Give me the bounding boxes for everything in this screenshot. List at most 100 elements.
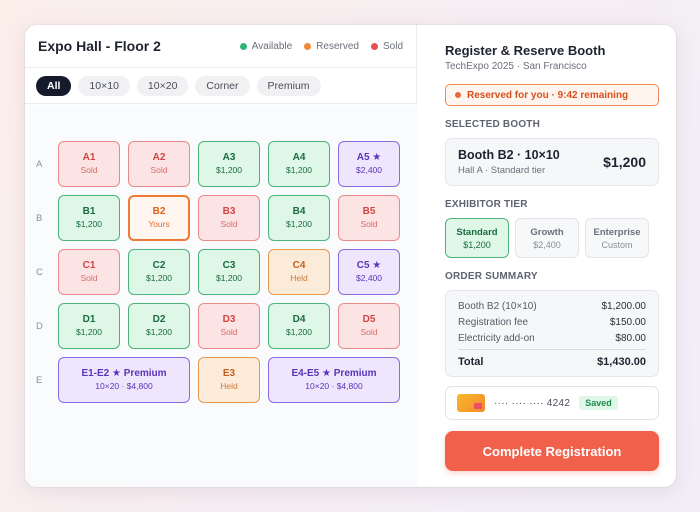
- summary-value: $150.00: [609, 316, 646, 328]
- booth-a4[interactable]: A4 $1,200: [268, 141, 330, 187]
- booth-status: $1,200: [216, 273, 242, 283]
- floor-plan-panel: Expo Hall - Floor 2 Available Reserved S…: [25, 25, 417, 487]
- tier-enterprise[interactable]: Enterprise Custom: [585, 218, 649, 258]
- row-label-a: A: [36, 159, 43, 170]
- booth-d4[interactable]: D4 $1,200: [268, 303, 330, 349]
- legend-sold: Sold: [370, 40, 403, 52]
- filter-10x20[interactable]: 10×20: [136, 75, 189, 96]
- booth-name: D5: [362, 314, 376, 325]
- row-label-c: C: [36, 267, 43, 278]
- booth-name: E4-E5 ★ Premium: [291, 368, 377, 379]
- order-summary-heading: ORDER SUMMARY: [445, 271, 538, 282]
- tier-price: $2,400: [533, 239, 561, 250]
- booth-status: $1,200: [216, 165, 242, 175]
- booth-name: C5 ★: [356, 260, 382, 271]
- booth-name: A5 ★: [356, 152, 382, 163]
- selected-booth-details: Hall A · Standard tier: [458, 165, 546, 176]
- booth-name: E1-E2 ★ Premium: [81, 368, 167, 379]
- legend-available: Available: [239, 41, 292, 52]
- filter-premium[interactable]: Premium: [256, 75, 321, 96]
- filter-10x10[interactable]: 10×10: [78, 75, 130, 96]
- legend-label: Sold: [382, 40, 403, 52]
- booth-a1[interactable]: A1 Sold: [58, 141, 120, 187]
- booth-name: D4: [292, 314, 306, 325]
- summary-row-booth: Booth B2 (10×10) $1,200.00: [458, 298, 646, 314]
- total-label: Total: [458, 356, 484, 368]
- summary-label: Booth B2 (10×10): [458, 300, 537, 312]
- card-number: ···· ···· ···· 4242: [494, 397, 571, 409]
- booth-name: B4: [292, 206, 306, 217]
- booth-name: A1: [82, 152, 96, 163]
- row-label-d: D: [36, 321, 43, 332]
- booth-c4[interactable]: C4 Held: [268, 249, 330, 295]
- sold-dot-icon: [370, 42, 378, 50]
- tier-standard[interactable]: Standard $1,200: [445, 218, 509, 258]
- booth-status: Sold: [80, 165, 98, 175]
- booth-e3[interactable]: E3 Held: [198, 357, 260, 403]
- booth-c5[interactable]: C5 ★ $2,400: [338, 249, 400, 295]
- booth-d1[interactable]: D1 $1,200: [58, 303, 120, 349]
- timer-text: Reserved for you · 9:42 remaining: [467, 89, 629, 101]
- booth-a2[interactable]: A2 Sold: [128, 141, 190, 187]
- panel-title: Register & Reserve Booth: [445, 43, 606, 58]
- booth-name: A2: [152, 152, 166, 163]
- booth-name: B3: [222, 206, 236, 217]
- booth-status: Sold: [360, 327, 378, 337]
- booth-c2[interactable]: C2 $1,200: [128, 249, 190, 295]
- booth-name: E3: [222, 368, 236, 379]
- booth-b4[interactable]: B4 $1,200: [268, 195, 330, 241]
- booth-name: C2: [152, 260, 166, 271]
- booth-b2[interactable]: B2 Yours: [128, 195, 190, 241]
- booth-status: $1,200: [76, 219, 102, 229]
- complete-registration-button[interactable]: Complete Registration: [445, 431, 659, 471]
- filter-corner[interactable]: Corner: [195, 75, 250, 96]
- booth-status: $2,400: [356, 273, 382, 283]
- floor-plan-header: Expo Hall - Floor 2 Available Reserved S…: [25, 25, 416, 68]
- summary-label: Registration fee: [458, 316, 529, 328]
- booth-status: $1,200: [146, 273, 172, 283]
- summary-label: Electricity add-on: [458, 332, 535, 344]
- booth-d5[interactable]: D5 Sold: [338, 303, 400, 349]
- summary-total: Total $1,430.00: [458, 349, 646, 370]
- tier-heading: EXHIBITOR TIER: [445, 199, 528, 210]
- booth-b3[interactable]: B3 Sold: [198, 195, 260, 241]
- booth-e4-e5[interactable]: E4-E5 ★ Premium 10×20 · $4,800: [268, 357, 400, 403]
- booth-name: B5: [362, 206, 376, 217]
- summary-row-registration-fee: Registration fee $150.00: [458, 314, 646, 330]
- booth-c1[interactable]: C1 Sold: [58, 249, 120, 295]
- credit-card-icon: [457, 394, 485, 412]
- booth-name: B2: [152, 206, 166, 217]
- booth-name: A3: [222, 152, 236, 163]
- payment-method[interactable]: ···· ···· ···· 4242 Saved: [445, 386, 659, 420]
- booth-status: Held: [220, 381, 238, 391]
- booth-status: $1,200: [76, 327, 102, 337]
- booth-b5[interactable]: B5 Sold: [338, 195, 400, 241]
- selected-booth-card: Booth B2 · 10×10 Hall A · Standard tier …: [445, 138, 659, 186]
- booth-d2[interactable]: D2 $1,200: [128, 303, 190, 349]
- booth-status: Yours: [148, 219, 170, 229]
- booth-d3[interactable]: D3 Sold: [198, 303, 260, 349]
- summary-value: $80.00: [615, 332, 646, 344]
- filter-all[interactable]: All: [36, 75, 72, 96]
- summary-row-electricity: Electricity add-on $80.00: [458, 330, 646, 346]
- booth-status: $1,200: [286, 165, 312, 175]
- tier-name: Standard: [456, 226, 498, 238]
- selected-booth-price: $1,200: [603, 154, 646, 170]
- booth-status: Sold: [150, 165, 168, 175]
- legend-label: Reserved: [316, 40, 359, 52]
- booth-name: C4: [292, 260, 306, 271]
- legend-reserved: Reserved: [304, 41, 359, 52]
- tier-price: $1,200: [463, 239, 491, 250]
- tier-growth[interactable]: Growth $2,400: [515, 218, 579, 258]
- booth-a5[interactable]: A5 ★ $2,400: [338, 141, 400, 187]
- booth-c3[interactable]: C3 $1,200: [198, 249, 260, 295]
- booth-e1-e2[interactable]: E1-E2 ★ Premium 10×20 · $4,800: [58, 357, 190, 403]
- booth-filters: All 10×10 10×20 Corner Premium: [25, 68, 416, 104]
- timer-dot-icon: [455, 92, 461, 98]
- available-dot-icon: [239, 42, 247, 50]
- booth-b1[interactable]: B1 $1,200: [58, 195, 120, 241]
- booth-a3[interactable]: A3 $1,200: [198, 141, 260, 187]
- status-legend: Available Reserved Sold: [239, 40, 403, 52]
- summary-value: $1,200.00: [601, 300, 647, 312]
- tier-name: Growth: [530, 226, 564, 238]
